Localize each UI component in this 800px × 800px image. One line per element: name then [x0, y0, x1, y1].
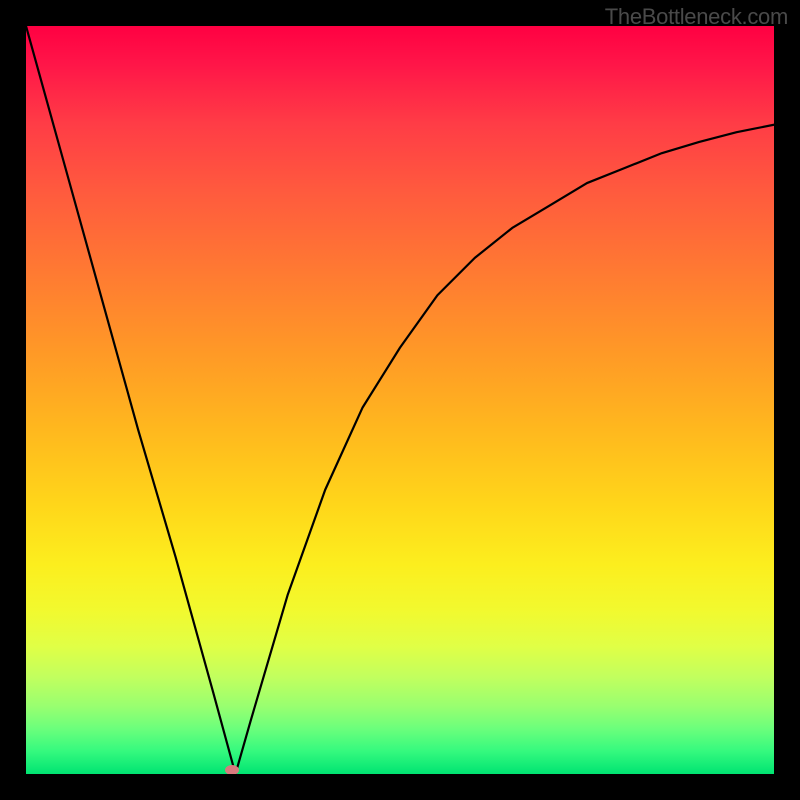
bottleneck-curve	[26, 26, 774, 774]
watermark-text: TheBottleneck.com	[605, 4, 788, 30]
bottleneck-curve-svg	[26, 26, 774, 774]
minimum-marker	[225, 765, 239, 774]
plot-area	[26, 26, 774, 774]
